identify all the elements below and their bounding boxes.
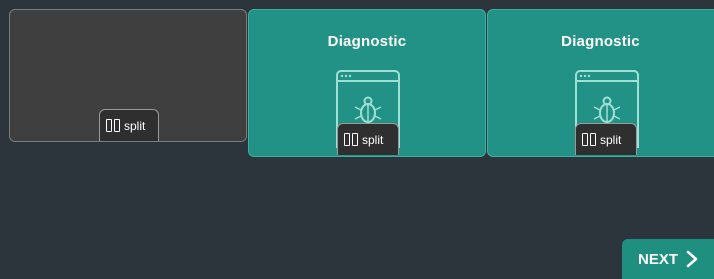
split-button[interactable]: split [99, 109, 159, 141]
split-label: split [600, 132, 622, 147]
tile-title: Diagnostic [561, 33, 640, 50]
split-button[interactable]: split [575, 123, 637, 155]
next-button[interactable]: NEXT [622, 239, 714, 279]
split-icon [344, 133, 358, 146]
tile-diagnostic[interactable]: Diagnostic split [248, 9, 486, 157]
chevron-right-icon [686, 250, 698, 268]
split-label: split [362, 132, 384, 147]
tile-diagnostic[interactable]: Diagnostic split [487, 9, 714, 157]
split-label: split [124, 118, 146, 133]
split-icon [582, 133, 596, 146]
split-icon [106, 119, 120, 132]
next-label: NEXT [638, 250, 679, 268]
tile-empty[interactable]: split [9, 9, 247, 142]
split-button[interactable]: split [337, 123, 399, 155]
tile-title: Diagnostic [327, 33, 407, 50]
